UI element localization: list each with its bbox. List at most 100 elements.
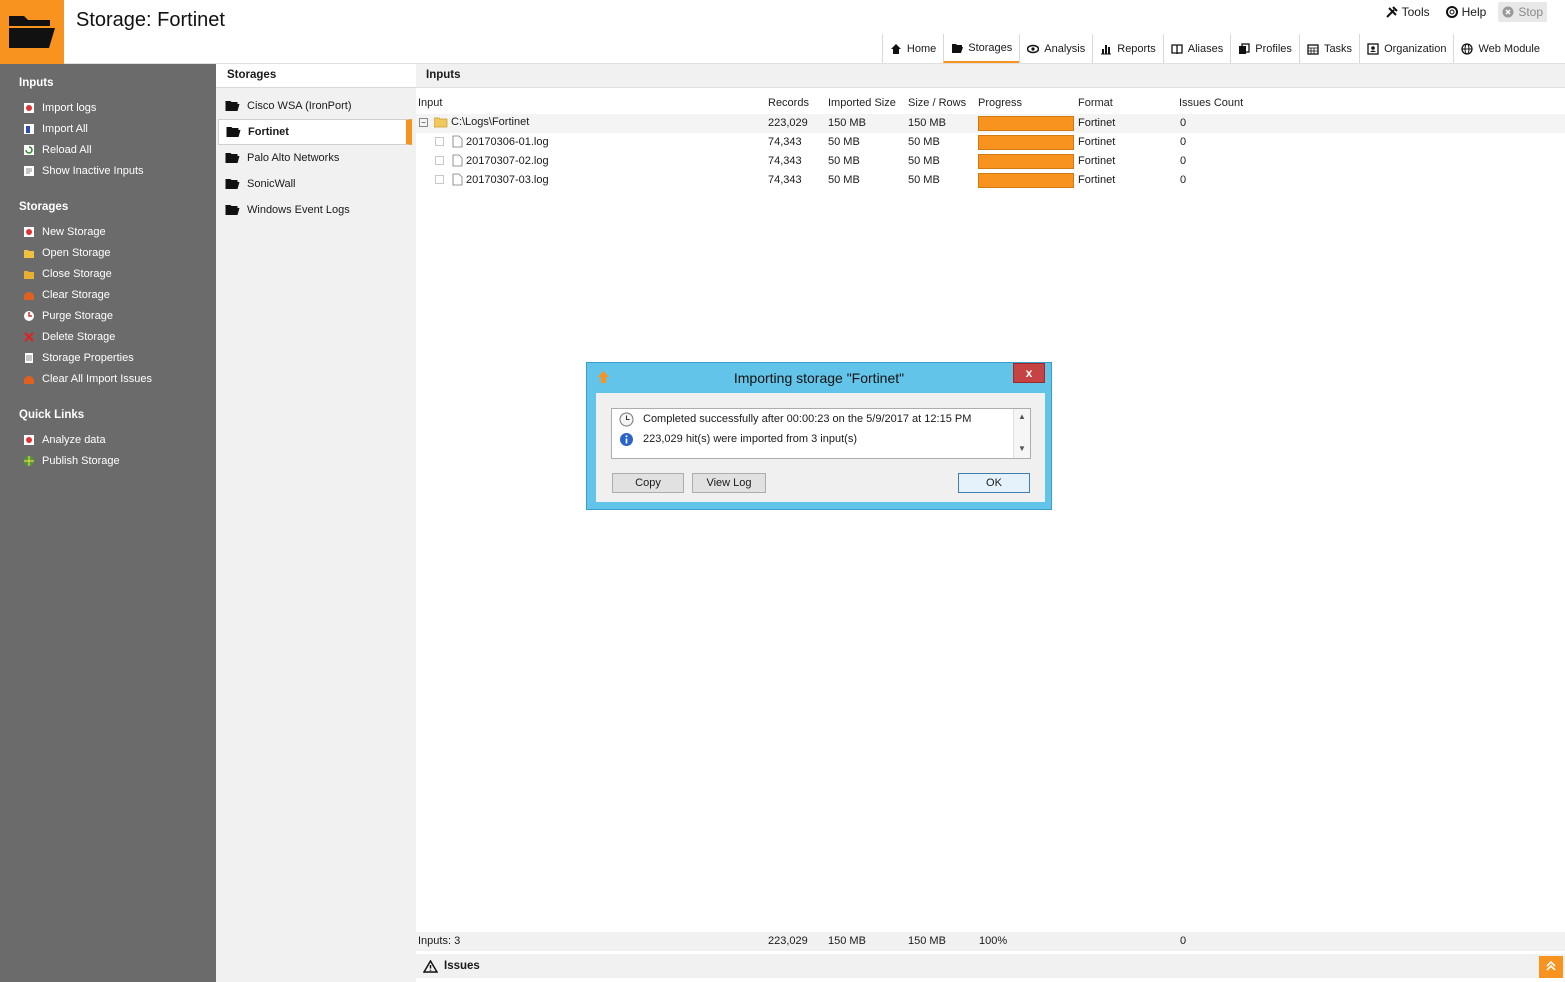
new-storage-link[interactable]: New Storage (0, 221, 216, 242)
inputs-panel: Inputs Input Records Imported Size Size … (416, 64, 1565, 982)
clear-import-issues-link[interactable]: Clear All Import Issues (0, 368, 216, 389)
eye-icon (1027, 44, 1040, 54)
open-folder-icon (24, 249, 34, 258)
issues-cell: 0 (1180, 117, 1187, 129)
scroll-down-icon[interactable]: ▼ (1016, 443, 1028, 455)
import-logs-icon (24, 102, 34, 113)
close-storage-link[interactable]: Close Storage (0, 263, 216, 284)
column-header[interactable]: Format (1078, 97, 1113, 109)
link-label: Analyze data (42, 433, 106, 446)
input-name: 20170307-03.log (466, 173, 549, 186)
bar-chart-icon (1101, 45, 1112, 55)
section-title: Storages (19, 201, 69, 213)
folder-logo-icon (9, 16, 55, 48)
table-row[interactable]: 20170307-03.log 74,343 50 MB 50 MB Forti… (416, 171, 1565, 190)
reload-all-link[interactable]: Reload All (0, 139, 216, 160)
copy-button[interactable]: Copy (612, 473, 684, 493)
ok-button[interactable]: OK (958, 473, 1030, 493)
storage-item[interactable]: SonicWall (218, 171, 412, 197)
column-header[interactable]: Records (768, 97, 809, 109)
issues-cell: 0 (1180, 174, 1187, 186)
lifebuoy-icon (1445, 6, 1458, 18)
import-dialog: Importing storage "Fortinet" x Completed… (586, 362, 1052, 510)
storage-name: Windows Event Logs (247, 204, 350, 216)
tab-organization[interactable]: Organization (1359, 34, 1453, 64)
help-label: Help (1461, 5, 1487, 19)
clear-storage-icon (24, 291, 34, 300)
column-header[interactable]: Progress (978, 97, 1022, 109)
calendar-icon (1307, 44, 1319, 55)
storage-name: SonicWall (247, 178, 296, 190)
clear-issues-icon (24, 375, 34, 384)
page-title: Storage: Fortinet (76, 9, 225, 31)
message-list: Completed successfully after 00:00:23 on… (611, 408, 1031, 459)
link-label: Delete Storage (42, 330, 116, 343)
tools-button[interactable]: Tools (1382, 2, 1434, 22)
tab-label: Web Module (1478, 43, 1540, 55)
import-logs-link[interactable]: Import logs (0, 97, 216, 118)
info-icon (620, 432, 633, 446)
section-title: Quick Links (19, 409, 85, 421)
tab-aliases[interactable]: Aliases (1162, 34, 1230, 64)
storage-name: Cisco WSA (IronPort) (247, 100, 352, 112)
analyze-data-link[interactable]: Analyze data (0, 429, 216, 450)
close-button[interactable]: x (1013, 363, 1045, 383)
storage-item[interactable]: Cisco WSA (IronPort) (218, 93, 412, 119)
column-header[interactable]: Size / Rows (908, 97, 966, 109)
tab-storages[interactable]: Storages (943, 34, 1020, 64)
row-checkbox[interactable] (435, 156, 444, 165)
size-cell: 50 MB (908, 174, 940, 186)
storage-properties-link[interactable]: Storage Properties (0, 347, 216, 368)
tab-profiles[interactable]: Profiles (1230, 34, 1299, 64)
inputs-summary-row: Inputs: 3 223,029 150 MB 150 MB 100% 0 (416, 932, 1565, 951)
total-imported-size: 150 MB (828, 935, 866, 947)
column-header[interactable]: Input (418, 97, 442, 109)
import-all-link[interactable]: Import All (0, 118, 216, 139)
tools-label: Tools (1401, 5, 1430, 19)
expand-issues-button[interactable] (1539, 956, 1563, 978)
input-name: 20170307-02.log (466, 154, 549, 167)
column-header[interactable]: Issues Count (1179, 97, 1243, 109)
storages-panel: Storages Cisco WSA (IronPort) Fortinet P… (216, 64, 416, 982)
storage-item[interactable]: Windows Event Logs (218, 197, 412, 223)
imported-size-cell: 50 MB (828, 174, 860, 186)
book-icon (1171, 44, 1183, 55)
tab-web-module[interactable]: Web Module (1453, 34, 1547, 64)
view-log-button[interactable]: View Log (692, 473, 766, 493)
delete-icon (24, 331, 34, 342)
show-inactive-inputs-link[interactable]: Show Inactive Inputs (0, 160, 216, 181)
collapse-toggle[interactable]: − (419, 117, 428, 127)
link-label: Purge Storage (42, 309, 113, 322)
row-checkbox[interactable] (435, 137, 444, 146)
purge-storage-link[interactable]: Purge Storage (0, 305, 216, 326)
records-cell: 74,343 (768, 136, 802, 148)
storage-item[interactable]: Palo Alto Networks (218, 145, 412, 171)
column-header[interactable]: Imported Size (828, 97, 896, 109)
imported-size-cell: 50 MB (828, 136, 860, 148)
tab-analysis[interactable]: Analysis (1019, 34, 1092, 64)
warning-icon (423, 959, 438, 973)
link-label: Publish Storage (42, 454, 120, 467)
issues-bar[interactable]: Issues (416, 954, 1565, 978)
table-row[interactable]: − C:\Logs\Fortinet 223,029 150 MB 150 MB… (416, 114, 1565, 133)
storage-name: Palo Alto Networks (247, 152, 340, 164)
message-scrollbar[interactable]: ▲ ▼ (1013, 409, 1030, 458)
table-row[interactable]: 20170306-01.log 74,343 50 MB 50 MB Forti… (416, 133, 1565, 152)
publish-storage-link[interactable]: Publish Storage (0, 450, 216, 471)
table-row[interactable]: 20170307-02.log 74,343 50 MB 50 MB Forti… (416, 152, 1565, 171)
size-cell: 50 MB (908, 155, 940, 167)
clear-storage-link[interactable]: Clear Storage (0, 284, 216, 305)
tab-reports[interactable]: Reports (1092, 34, 1163, 64)
folder-icon (225, 153, 240, 163)
stop-button[interactable]: Stop (1498, 2, 1547, 22)
tab-tasks[interactable]: Tasks (1298, 34, 1359, 64)
scroll-up-icon[interactable]: ▲ (1016, 411, 1028, 423)
storage-item-selected[interactable]: Fortinet (218, 119, 412, 145)
tab-home[interactable]: Home (881, 34, 943, 64)
row-checkbox[interactable] (435, 175, 444, 184)
tab-label: Aliases (1187, 43, 1224, 55)
help-button[interactable]: Help (1442, 2, 1491, 22)
folder-icon (434, 117, 448, 127)
open-storage-link[interactable]: Open Storage (0, 242, 216, 263)
delete-storage-link[interactable]: Delete Storage (0, 326, 216, 347)
